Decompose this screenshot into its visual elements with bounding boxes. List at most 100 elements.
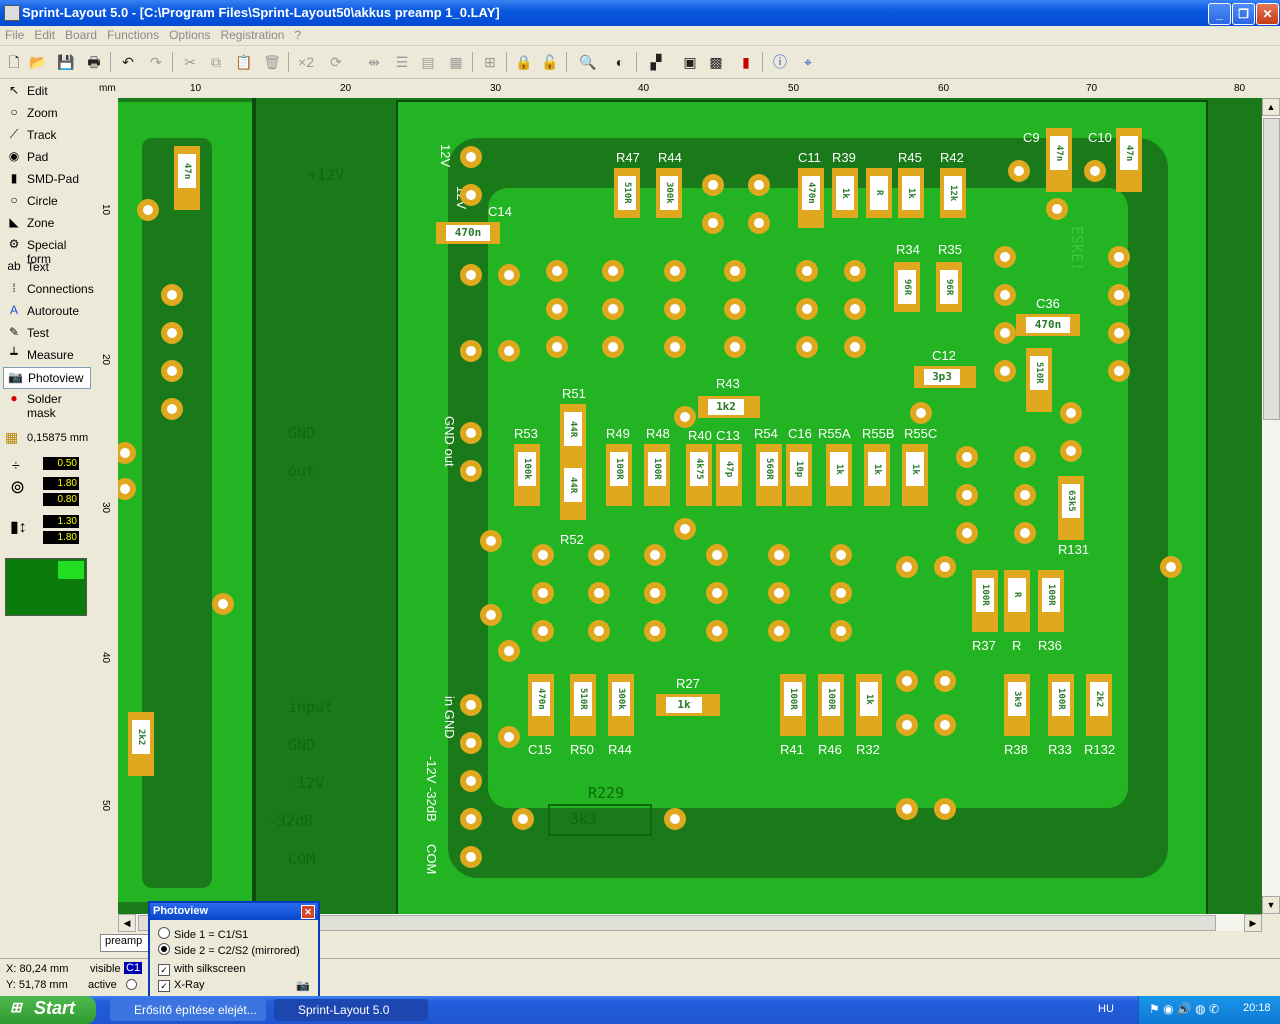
smd-r45a[interactable]: R xyxy=(866,168,892,218)
smd-r48[interactable]: 100R xyxy=(644,444,670,506)
snap-icon[interactable]: ⊞ xyxy=(480,52,500,72)
pad[interactable] xyxy=(702,212,724,234)
pad[interactable] xyxy=(1160,556,1182,578)
tool-test[interactable]: ✎ Test xyxy=(3,323,89,343)
pad[interactable] xyxy=(830,620,852,642)
smd-r44b[interactable]: 300k xyxy=(608,674,634,736)
pad[interactable] xyxy=(956,484,978,506)
smd-c36[interactable]: 470n xyxy=(1016,314,1080,336)
tool-special-form[interactable]: ⚙ Special form xyxy=(3,235,89,266)
smd-r51[interactable]: 44R xyxy=(560,404,586,464)
pad[interactable] xyxy=(674,518,696,540)
tool-connections[interactable]: ⁞ Connections xyxy=(3,279,93,299)
pad[interactable] xyxy=(460,770,482,792)
copy-icon[interactable]: ⧉ xyxy=(206,52,226,72)
tool-pad[interactable]: ◉ Pad xyxy=(3,147,89,167)
pad[interactable] xyxy=(480,530,502,552)
taskbar-item-sprint[interactable]: Sprint-Layout 5.0 xyxy=(274,999,428,1021)
smd-r132[interactable]: 2k2 xyxy=(1086,674,1112,736)
smd-c13[interactable]: 47p xyxy=(716,444,742,506)
smd-r27[interactable]: 1k xyxy=(656,694,720,716)
smd-r41[interactable]: 100R xyxy=(780,674,806,736)
pad[interactable] xyxy=(460,422,482,444)
maximize-button[interactable]: ❐ xyxy=(1232,3,1255,25)
side1-radio[interactable]: Side 1 = C1/S1 xyxy=(158,927,248,941)
pad[interactable] xyxy=(460,146,482,168)
group-icon[interactable]: ▤ xyxy=(418,52,438,72)
smd-r39[interactable]: 1k xyxy=(832,168,858,218)
smd-c9[interactable]: 47n xyxy=(1046,128,1072,192)
pad[interactable] xyxy=(460,732,482,754)
tool-zoom[interactable]: ○ Zoom xyxy=(3,103,89,123)
smd-r46[interactable]: 100R xyxy=(818,674,844,736)
pad[interactable] xyxy=(702,174,724,196)
smd-width-field[interactable]: 1.30 xyxy=(43,515,79,528)
pad[interactable] xyxy=(1108,322,1130,344)
pad[interactable] xyxy=(664,808,686,830)
pad[interactable] xyxy=(1084,160,1106,182)
pad[interactable] xyxy=(546,298,568,320)
pad[interactable] xyxy=(844,260,866,282)
pad[interactable] xyxy=(796,260,818,282)
xray-checkbox[interactable]: ✓ X-Ray xyxy=(158,979,205,992)
smd-r42[interactable]: 12k xyxy=(940,168,966,218)
smd-c-left[interactable]: 47n xyxy=(174,146,200,210)
menu-edit[interactable]: Edit xyxy=(29,26,60,44)
layer-c1[interactable]: C1 xyxy=(124,962,143,974)
pad[interactable] xyxy=(546,336,568,358)
tool-smd-pad[interactable]: ▮ SMD-Pad xyxy=(3,169,89,189)
pad[interactable] xyxy=(161,398,183,420)
pad[interactable] xyxy=(896,714,918,736)
pad[interactable] xyxy=(1108,360,1130,382)
pad[interactable] xyxy=(212,593,234,615)
photoview-titlebar[interactable]: Photoview ✕ xyxy=(150,903,318,920)
tool-measure[interactable]: ┷ Measure xyxy=(3,345,89,365)
pad[interactable] xyxy=(644,582,666,604)
smd-r55c[interactable]: 1k xyxy=(902,444,928,506)
pad[interactable] xyxy=(748,212,770,234)
tool-circle[interactable]: ○ Circle xyxy=(3,191,89,211)
scroll-thumb[interactable] xyxy=(1263,118,1280,420)
smd-r44[interactable]: 300k xyxy=(656,168,682,218)
pad[interactable] xyxy=(588,544,610,566)
silkscreen-checkbox[interactable]: ✓ with silkscreen xyxy=(158,963,246,976)
menu-registration[interactable]: Registration xyxy=(215,26,289,44)
pad[interactable] xyxy=(674,406,696,428)
pad[interactable] xyxy=(460,184,482,206)
duplicate-icon[interactable]: ×2 xyxy=(296,52,316,72)
pad[interactable] xyxy=(896,670,918,692)
lock-icon[interactable]: 🔒 xyxy=(514,52,534,72)
pad[interactable] xyxy=(768,582,790,604)
cut-icon[interactable]: ✂ xyxy=(180,52,200,72)
pad[interactable] xyxy=(1014,446,1036,468)
smd-r47[interactable]: 510R xyxy=(614,168,640,218)
redo-icon[interactable]: ↷ xyxy=(146,52,166,72)
pad[interactable] xyxy=(460,846,482,868)
smd-r36[interactable]: 100R xyxy=(1038,570,1064,632)
pad[interactable] xyxy=(768,544,790,566)
pad[interactable] xyxy=(460,460,482,482)
paste-icon[interactable]: 📋 xyxy=(234,52,254,72)
scroll-right-icon[interactable]: ▶ xyxy=(1244,914,1262,932)
pad[interactable] xyxy=(844,298,866,320)
tab-preamp[interactable]: preamp xyxy=(100,934,154,952)
grid-icon[interactable]: ▦ xyxy=(5,429,21,445)
save-icon[interactable]: 💾 xyxy=(56,52,76,72)
pad[interactable] xyxy=(1014,484,1036,506)
new-file-icon[interactable]: 🗋 xyxy=(4,52,24,72)
pad[interactable] xyxy=(161,284,183,306)
smd-r40[interactable]: 4k75 xyxy=(686,444,712,506)
tool-photoview[interactable]: 📷 Photoview xyxy=(3,367,91,389)
smd-r32[interactable]: 1k xyxy=(856,674,882,736)
taskbar-item-browser[interactable]: Erősítő építése elejét... xyxy=(110,999,266,1021)
minimize-button[interactable]: _ xyxy=(1208,3,1231,25)
unlock-icon[interactable]: 🔓 xyxy=(540,52,560,72)
pad[interactable] xyxy=(1108,284,1130,306)
pad[interactable] xyxy=(724,260,746,282)
menu-functions[interactable]: Functions xyxy=(102,26,164,44)
scroll-down-icon[interactable]: ▼ xyxy=(1262,896,1280,914)
crosshair-icon[interactable]: ⌖ xyxy=(798,52,818,72)
pad[interactable] xyxy=(830,544,852,566)
print-icon[interactable]: 🖶 xyxy=(84,52,104,72)
tool-text[interactable]: ab Text xyxy=(3,257,89,277)
